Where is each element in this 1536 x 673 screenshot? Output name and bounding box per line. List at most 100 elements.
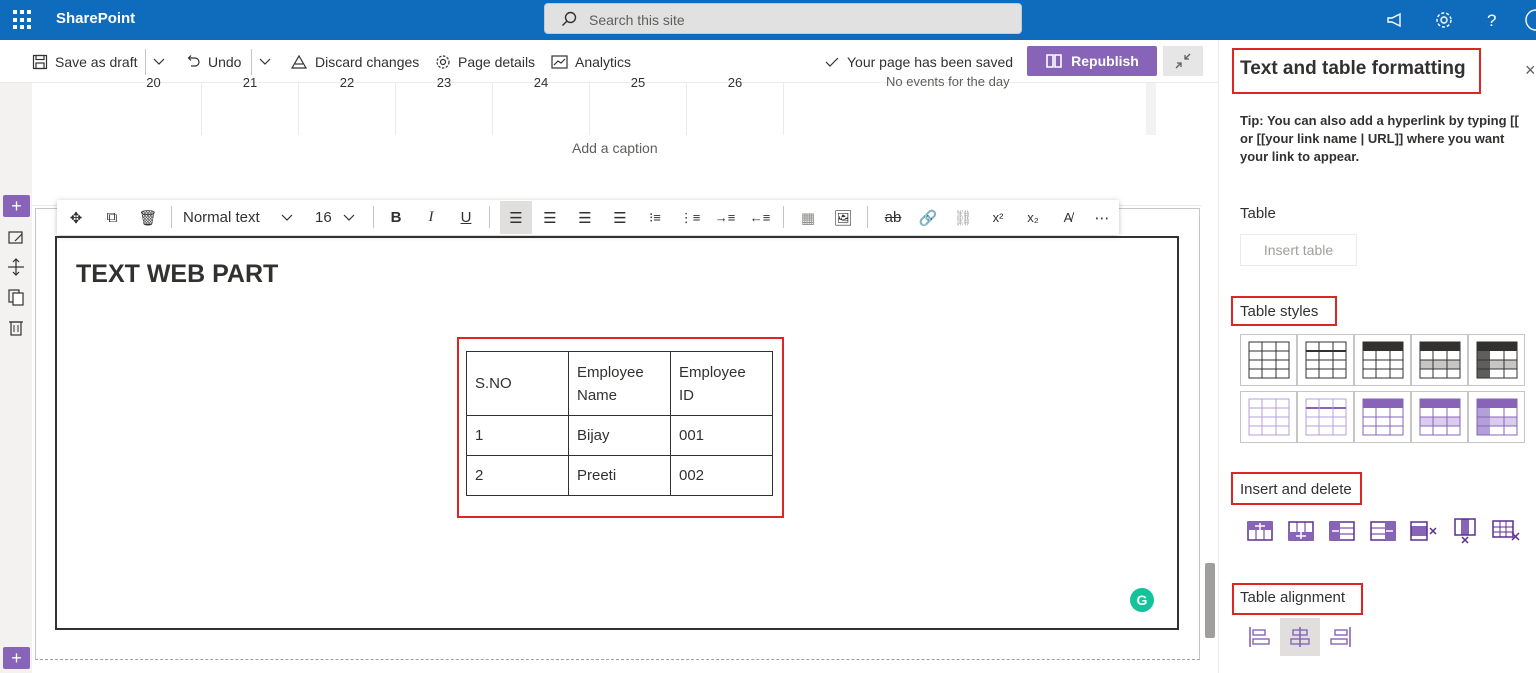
calendar-day[interactable]: 22 (299, 75, 396, 135)
strikethrough-icon[interactable]: ab (882, 207, 904, 228)
calendar-scrollbar[interactable] (1146, 83, 1156, 135)
table-align-center-icon[interactable] (1280, 618, 1320, 656)
font-size-dropdown[interactable]: 16 (315, 207, 365, 228)
help-icon[interactable]: ? (1480, 8, 1504, 32)
add-section-button[interactable]: + (3, 647, 30, 669)
text-web-part[interactable]: TEXT WEB PART S.NO Employee Name Employee… (55, 236, 1179, 630)
outdent-icon[interactable]: ←≡ (749, 207, 771, 228)
gear-icon[interactable] (1432, 8, 1456, 32)
delete-icon[interactable] (6, 317, 26, 337)
table-cell[interactable]: 001 (670, 415, 773, 456)
table-style-column-accent[interactable] (1468, 391, 1525, 443)
table-style-plain-accent[interactable] (1240, 391, 1297, 443)
check-icon (825, 57, 839, 67)
bold-icon[interactable]: B (385, 207, 407, 228)
numbered-list-icon[interactable]: ⋮≡ (679, 207, 701, 228)
bullet-list-icon[interactable]: ⁝≡ (644, 207, 666, 228)
copy-icon[interactable]: ⧉ (101, 207, 123, 228)
table-header-cell[interactable]: Employee Name (568, 351, 671, 416)
duplicate-icon[interactable] (6, 287, 26, 307)
edit-webpart-icon[interactable] (6, 228, 26, 248)
table-style-plain[interactable] (1240, 334, 1297, 386)
underline-icon[interactable]: U (455, 207, 477, 228)
employee-table[interactable]: S.NO Employee Name Employee ID 1 Bijay 001… (466, 351, 773, 496)
table-header-cell[interactable]: Employee ID (670, 351, 773, 416)
grammarly-icon[interactable]: G (1130, 588, 1154, 612)
insert-column-left-icon[interactable] (1327, 518, 1357, 544)
table-cell[interactable]: 1 (466, 415, 569, 456)
delete-table-icon[interactable] (1491, 518, 1521, 544)
align-right-icon[interactable]: ☰ (574, 207, 596, 228)
table-style-header[interactable] (1354, 334, 1411, 386)
republish-label: Republish (1071, 53, 1139, 69)
chevron-down-icon (153, 58, 165, 65)
megaphone-icon[interactable] (1384, 8, 1408, 32)
save-draft-button[interactable]: Save as draft (32, 51, 138, 73)
collapse-button[interactable] (1163, 46, 1203, 76)
table-cell[interactable]: Preeti (568, 455, 671, 496)
superscript-icon[interactable]: x² (987, 207, 1009, 228)
calendar-day[interactable]: 25 (590, 75, 687, 135)
waffle-icon[interactable] (13, 10, 33, 30)
undo-button[interactable]: Undo (185, 51, 241, 73)
calendar-day[interactable]: 21 (202, 75, 299, 135)
delete-column-icon[interactable] (1450, 518, 1480, 544)
scrollbar-thumb[interactable] (1205, 563, 1215, 638)
link-icon[interactable]: 🔗 (917, 207, 939, 228)
add-section-button[interactable]: + (3, 195, 30, 217)
table-style-simple-accent[interactable] (1297, 391, 1354, 443)
subscript-icon[interactable]: x₂ (1022, 207, 1044, 228)
image-icon[interactable]: 🖼 (832, 207, 854, 228)
discard-changes-button[interactable]: Discard changes (290, 51, 419, 73)
table-style-banded-accent[interactable] (1411, 391, 1468, 443)
calendar-day[interactable]: 26 (687, 75, 784, 135)
table-icon[interactable]: ▦ (797, 207, 819, 228)
table-cell[interactable]: Bijay (568, 415, 671, 456)
unlink-icon[interactable]: ⛓ (952, 207, 974, 228)
app-name[interactable]: SharePoint (56, 10, 135, 27)
calendar-day[interactable]: 23 (396, 75, 493, 135)
justify-icon[interactable]: ☰ (609, 207, 631, 228)
table-style-banded[interactable] (1411, 334, 1468, 386)
italic-icon[interactable]: I (420, 207, 442, 228)
page-details-button[interactable]: Page details (435, 51, 535, 73)
move-icon[interactable] (6, 257, 26, 277)
text-style-dropdown[interactable]: Normal text (183, 207, 303, 228)
avatar-icon[interactable] (1522, 8, 1536, 32)
webpart-heading[interactable]: TEXT WEB PART (76, 260, 278, 289)
table-style-header-accent[interactable] (1354, 391, 1411, 443)
calendar-day[interactable]: 24 (493, 75, 590, 135)
insert-column-right-icon[interactable] (1368, 518, 1398, 544)
font-size-value: 16 (315, 209, 332, 226)
delete-icon[interactable]: 🗑 (137, 207, 159, 228)
calendar-day[interactable]: 20 (106, 75, 202, 135)
move-icon[interactable]: ✥ (65, 207, 87, 228)
close-icon[interactable]: × (1525, 60, 1536, 81)
align-left-icon[interactable]: ☰ (500, 201, 532, 234)
save-options-chevron[interactable] (152, 51, 173, 73)
separator (783, 206, 784, 228)
clear-format-icon[interactable]: A̸ (1057, 207, 1079, 228)
table-align-left-icon[interactable] (1239, 618, 1279, 656)
canvas-scrollbar[interactable] (1202, 83, 1218, 673)
page-details-icon (436, 55, 450, 69)
table-header-cell[interactable]: S.NO (466, 351, 569, 416)
republish-button[interactable]: Republish (1027, 46, 1157, 76)
more-options-icon[interactable]: ⋯ (1091, 207, 1113, 228)
table-align-right-icon[interactable] (1321, 618, 1361, 656)
delete-row-icon[interactable] (1409, 518, 1439, 544)
caption-placeholder[interactable]: Add a caption (572, 140, 658, 156)
insert-row-below-icon[interactable] (1286, 518, 1316, 544)
table-style-simple[interactable] (1297, 334, 1354, 386)
table-style-column[interactable] (1468, 334, 1525, 386)
table-cell[interactable]: 2 (466, 455, 569, 496)
insert-row-above-icon[interactable] (1245, 518, 1275, 544)
table-cell[interactable]: 002 (670, 455, 773, 496)
align-center-icon[interactable]: ☰ (539, 207, 561, 228)
insert-table-button[interactable]: Insert table (1240, 234, 1357, 266)
search-box[interactable]: Search this site (544, 3, 1022, 34)
undo-options-chevron[interactable] (258, 51, 279, 73)
indent-icon[interactable]: →≡ (714, 207, 736, 228)
analytics-button[interactable]: Analytics (551, 51, 631, 73)
insert-delete-heading: Insert and delete (1240, 481, 1352, 498)
